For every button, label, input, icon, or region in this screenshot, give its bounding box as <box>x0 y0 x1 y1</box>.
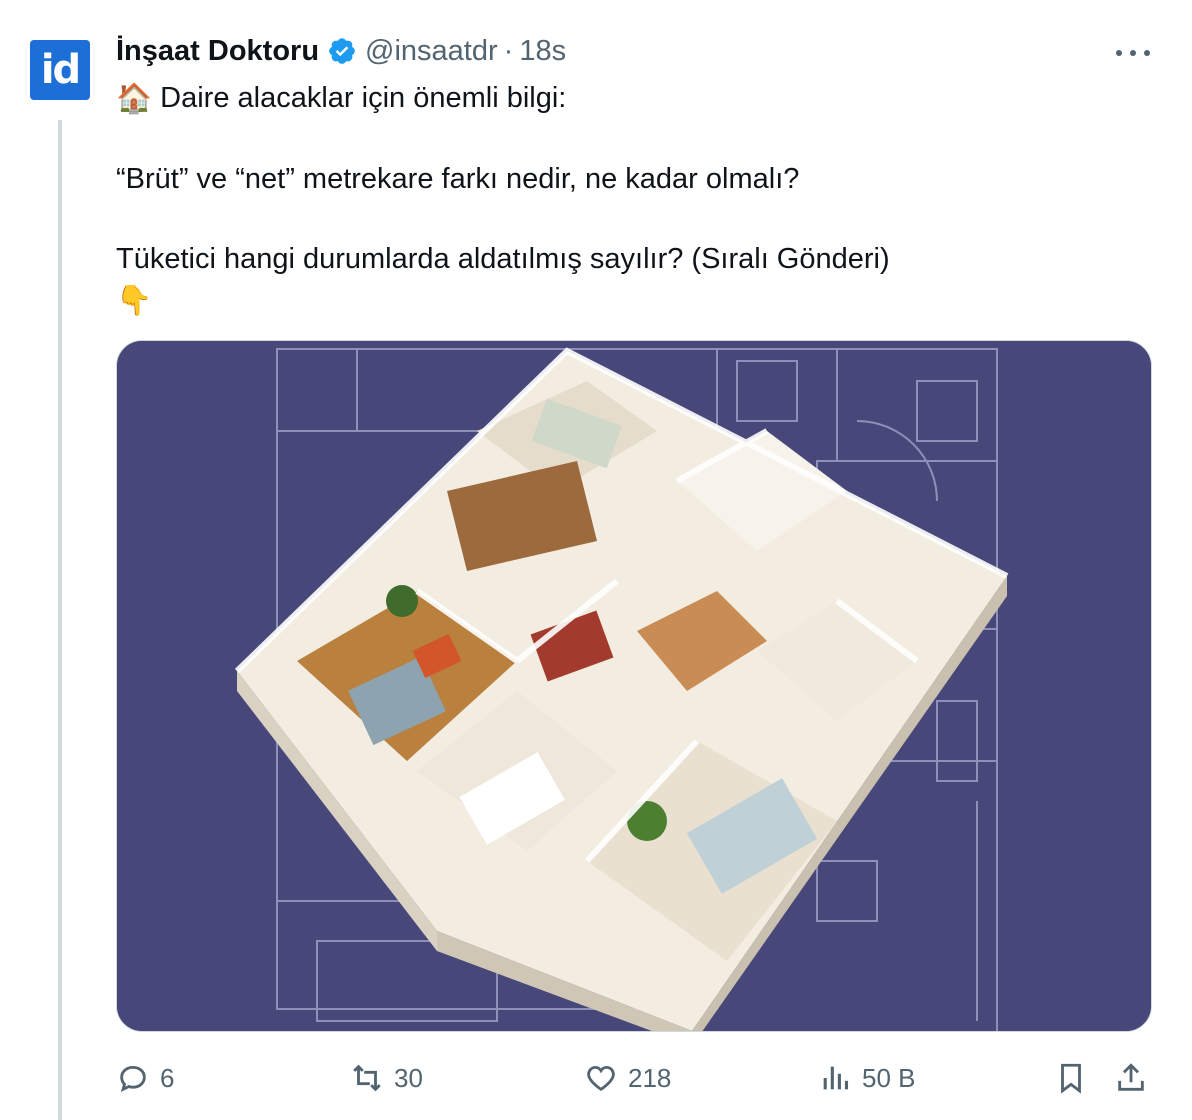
reply-button[interactable]: 6 <box>116 1056 174 1100</box>
tweet-line-4: 👇 <box>116 279 1146 320</box>
avatar[interactable]: id <box>30 40 90 100</box>
share-icon <box>1118 1063 1144 1091</box>
point-down-emoji: 👇 <box>116 284 153 317</box>
analytics-bar-icon <box>823 1066 849 1090</box>
tweet-header: İnşaat Doktoru @insaatdr · 18s <box>116 30 566 72</box>
tweet-line-1: 🏠 Daire alacaklar için önemli bilgi: <box>116 78 1146 119</box>
bookmark-icon <box>1061 1063 1081 1094</box>
like-count: 218 <box>628 1062 672 1093</box>
views-count: 50 B <box>862 1062 916 1093</box>
thread-line <box>58 120 62 1120</box>
share-button[interactable] <box>1114 1056 1148 1100</box>
retweet-button[interactable]: 30 <box>350 1056 423 1100</box>
retweet-count: 30 <box>394 1062 423 1093</box>
like-button[interactable]: 218 <box>584 1056 671 1100</box>
tweet-line-3: Tüketici hangi durumlarda aldatılmış say… <box>116 243 890 276</box>
tweet-line-1-text: Daire alacaklar için önemli bilgi: <box>160 82 567 114</box>
tweet-text: 🏠 Daire alacaklar için önemli bilgi: “Br… <box>116 78 1146 321</box>
heart-icon <box>587 1065 615 1092</box>
separator-dot: · <box>503 34 514 67</box>
reply-icon <box>120 1065 146 1092</box>
display-name[interactable]: İnşaat Doktoru <box>116 35 319 68</box>
tweet-media-image[interactable] <box>116 340 1152 1032</box>
tweet-line-2: “Brüt” ve “net” metrekare farkı nedir, n… <box>116 163 800 196</box>
more-dot-icon <box>1144 50 1150 56</box>
more-dot-icon <box>1116 50 1122 56</box>
bookmark-button[interactable] <box>1054 1056 1088 1100</box>
avatar-logo-text: id <box>40 47 81 93</box>
more-dot-icon <box>1130 50 1136 56</box>
timestamp[interactable]: 18s <box>519 35 566 68</box>
user-handle[interactable]: @insaatdr <box>365 35 498 68</box>
reply-count: 6 <box>160 1062 175 1093</box>
views-button[interactable]: 50 B <box>818 1056 916 1100</box>
tweet-actions-bar: 6 30 218 50 B <box>116 1056 1156 1100</box>
apartment-floor-plan-3d-image <box>117 341 1151 1031</box>
more-options-button[interactable] <box>1112 36 1154 70</box>
house-emoji: 🏠 <box>116 83 153 116</box>
retweet-icon <box>353 1064 381 1092</box>
verified-badge-icon[interactable] <box>327 36 357 66</box>
